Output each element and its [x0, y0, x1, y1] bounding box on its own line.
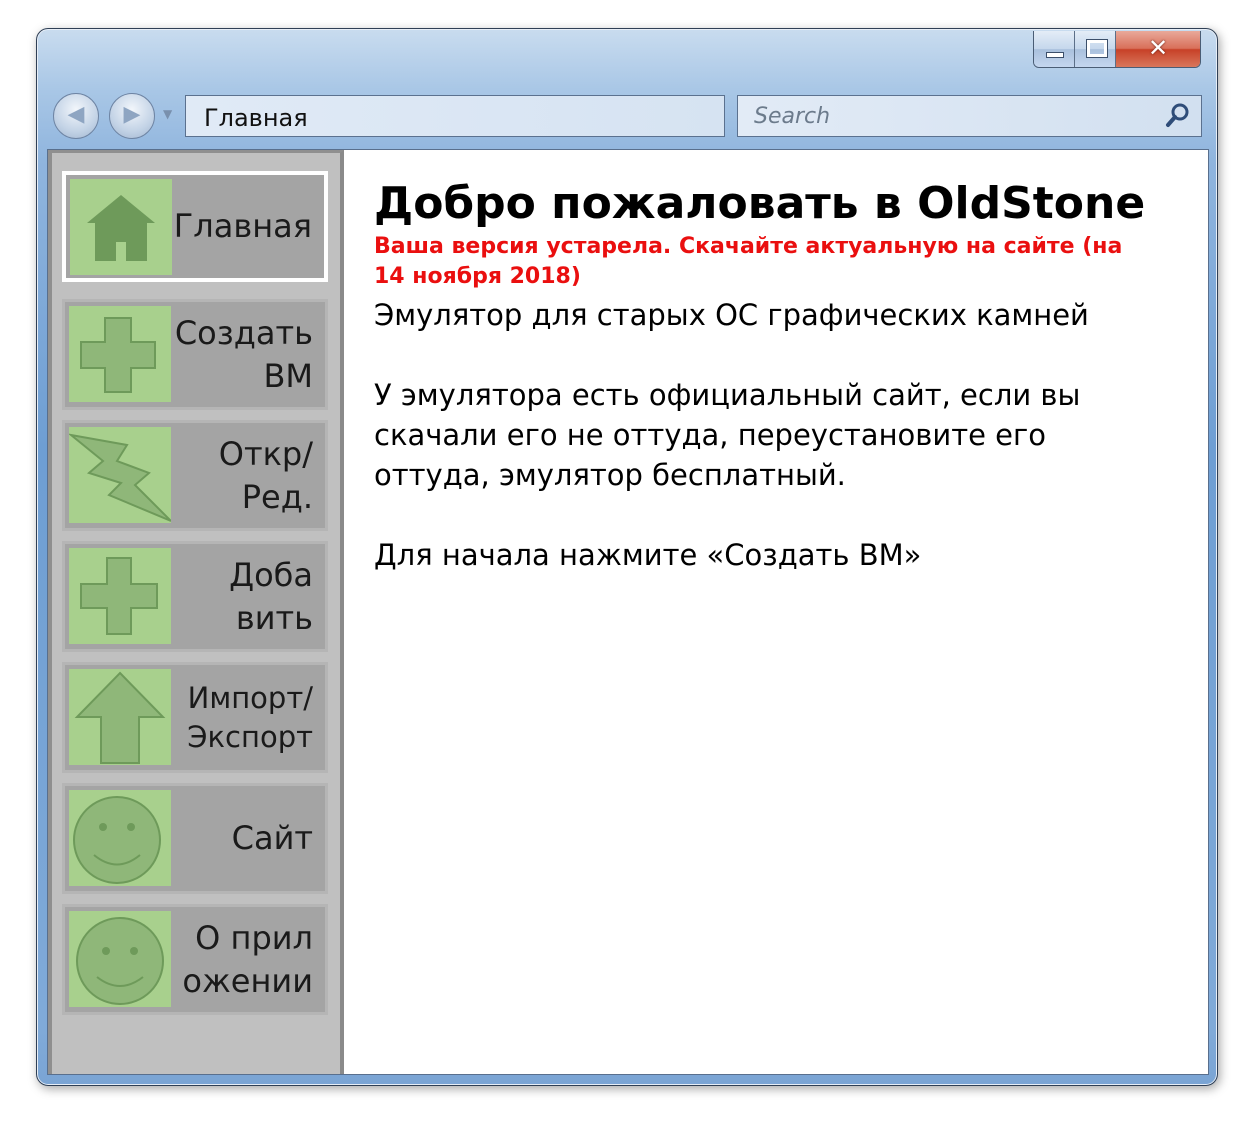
back-button[interactable]: ◀	[53, 93, 99, 139]
home-tile	[70, 179, 172, 275]
add-tile	[69, 548, 171, 644]
app-description: Эмулятор для старых ОС графических камне…	[374, 298, 1089, 333]
plus-icon	[80, 317, 156, 393]
smiley-icon	[73, 796, 161, 884]
open-edit-tile	[69, 427, 171, 523]
sidebar-item-add[interactable]: Доба вить	[62, 541, 328, 652]
update-warning: Ваша версия устарела. Скачайте актуальну…	[374, 234, 1123, 289]
create-tile	[69, 306, 171, 402]
app-window: ✕ ◀ ▶ ▼ Главная Search Главная Создать В…	[36, 28, 1218, 1086]
back-arrow-icon: ◀	[67, 102, 85, 127]
page-title: Добро пожаловать в OldStone	[374, 178, 1146, 229]
about-tile	[69, 911, 171, 1007]
site-tile	[69, 790, 171, 886]
search-box[interactable]: Search	[737, 95, 1202, 137]
smiley-icon	[76, 917, 164, 1005]
home-icon	[87, 195, 155, 261]
maximize-button[interactable]	[1075, 31, 1116, 67]
sidebar-item-import-export[interactable]: Импорт/ Экспорт	[62, 662, 328, 773]
sidebar-item-label: О прил ожении	[182, 919, 313, 1000]
sidebar-item-home[interactable]: Главная	[62, 171, 328, 282]
sidebar-item-label: Главная	[173, 207, 312, 246]
plus-icon	[80, 557, 158, 635]
sidebar-item-label: Доба вить	[229, 556, 313, 637]
sidebar-item-label: Импорт/ Экспорт	[187, 681, 313, 754]
search-icon[interactable]	[1165, 102, 1191, 130]
forward-arrow-icon: ▶	[123, 102, 141, 127]
sidebar-item-label: Откр/ Ред.	[218, 435, 313, 516]
forward-button[interactable]: ▶	[109, 93, 155, 139]
maximize-icon	[1086, 39, 1108, 58]
close-button[interactable]: ✕	[1116, 31, 1200, 67]
main-content: Добро пожаловать в OldStone Ваша версия …	[374, 178, 1174, 575]
address-text: Главная	[204, 104, 308, 132]
sidebar-item-label: Сайт	[231, 819, 313, 858]
start-hint-text: Для начала нажмите «Создать ВМ»	[374, 538, 922, 573]
sidebar-item-open-edit[interactable]: Откр/ Ред.	[62, 420, 328, 531]
minimize-icon	[1046, 52, 1064, 58]
sidebar-item-label: Создать ВМ	[174, 314, 313, 395]
import-export-tile	[69, 669, 171, 765]
sidebar-item-site[interactable]: Сайт	[62, 783, 328, 894]
close-icon: ✕	[1147, 34, 1169, 62]
sidebar: Главная Создать ВМ Откр/ Ред. Доба вить …	[48, 150, 344, 1074]
sidebar-item-about[interactable]: О прил ожении	[62, 904, 328, 1015]
search-placeholder: Search	[754, 104, 831, 129]
sidebar-item-create-vm[interactable]: Создать ВМ	[62, 299, 328, 410]
up-arrow-icon	[74, 671, 166, 764]
minimize-button[interactable]	[1034, 31, 1075, 67]
history-dropdown-icon[interactable]: ▼	[163, 107, 172, 121]
content-frame: Главная Создать ВМ Откр/ Ред. Доба вить …	[47, 149, 1209, 1075]
window-controls: ✕	[1033, 31, 1201, 68]
site-info-text: У эмулятора есть официальный сайт, если …	[374, 378, 1081, 493]
lightning-icon	[69, 433, 171, 522]
address-bar[interactable]: Главная	[185, 95, 725, 137]
